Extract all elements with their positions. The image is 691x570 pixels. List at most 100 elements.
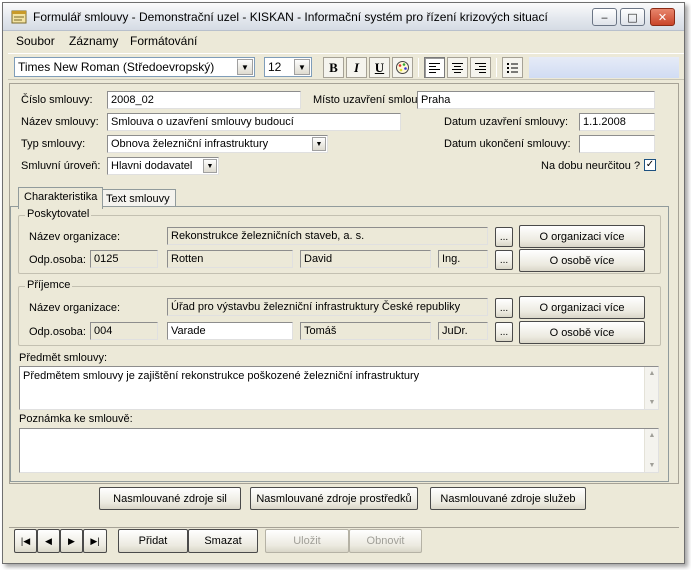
poskytovatel-osoba-browse-button[interactable]: ... bbox=[495, 250, 513, 270]
color-button[interactable] bbox=[392, 57, 413, 78]
poznamka-textarea[interactable]: ▲ ▼ bbox=[19, 428, 659, 473]
minimize-button[interactable]: ‒ bbox=[592, 8, 617, 26]
align-center-button[interactable] bbox=[447, 57, 468, 78]
pridat-button[interactable]: Přidat bbox=[118, 529, 188, 553]
align-right-icon bbox=[475, 62, 486, 73]
bold-icon: B bbox=[329, 59, 338, 75]
scroll-down-icon[interactable]: ▼ bbox=[647, 462, 657, 469]
prijemce-jmeno[interactable]: Tomáš bbox=[300, 322, 431, 340]
smazat-button[interactable]: Smazat bbox=[188, 529, 258, 553]
cislo-label: Číslo smlouvy: bbox=[21, 94, 93, 106]
prijemce-osoba-label: Odp.osoba: bbox=[29, 326, 86, 338]
chevron-down-icon[interactable]: ▼ bbox=[237, 59, 253, 75]
typ-label: Typ smlouvy: bbox=[21, 138, 86, 150]
font-size-value: 12 bbox=[268, 60, 282, 74]
typ-select[interactable]: Obnova železniční infrastruktury ▼ bbox=[107, 135, 328, 153]
prijemce-osoba-id[interactable]: 004 bbox=[90, 322, 158, 340]
prijemce-org-field[interactable]: Úřad pro výstavbu železniční infrastrukt… bbox=[167, 298, 488, 316]
close-button[interactable]: ✕ bbox=[650, 8, 675, 26]
poskytovatel-osoba-label: Odp.osoba: bbox=[29, 254, 86, 266]
nazev-label: Název smlouvy: bbox=[21, 116, 99, 128]
poznamka-scrollbar[interactable]: ▲ ▼ bbox=[644, 429, 658, 472]
poskytovatel-osoba-more-button[interactable]: O osobě více bbox=[519, 249, 645, 272]
poskytovatel-osoba-id[interactable]: 0125 bbox=[90, 250, 158, 268]
font-name-select[interactable]: Times New Roman (Středoevropský) ▼ bbox=[14, 57, 255, 77]
toolbar-empty-area bbox=[529, 57, 679, 78]
maximize-button[interactable]: □ bbox=[620, 8, 645, 26]
neurcito-checkbox[interactable]: ✓ bbox=[644, 159, 656, 171]
poskytovatel-titul[interactable]: Ing. bbox=[438, 250, 488, 268]
poskytovatel-prijmeni[interactable]: Rotten bbox=[167, 250, 293, 268]
prijemce-org-browse-button[interactable]: ... bbox=[495, 298, 513, 318]
prev-record-button[interactable]: ◀ bbox=[37, 529, 60, 553]
maximize-icon: □ bbox=[627, 10, 638, 24]
poskytovatel-org-field[interactable]: Rekonstrukce železničních staveb, a. s. bbox=[167, 227, 488, 245]
zdroje-prostredku-button[interactable]: Nasmlouvané zdroje prostředků bbox=[250, 487, 418, 510]
nazev-field[interactable]: Smlouva o uzavření smlouvy budoucí bbox=[107, 113, 401, 131]
datum-uzavreni-field[interactable]: 1.1.2008 bbox=[579, 113, 655, 131]
poskytovatel-org-browse-button[interactable]: ... bbox=[495, 227, 513, 247]
tab-page-charakteristika: Poskytovatel Název organizace: Rekonstru… bbox=[10, 206, 669, 482]
underline-button[interactable]: U bbox=[369, 57, 390, 78]
menu-bar: Soubor Záznamy Formátování bbox=[3, 31, 684, 51]
zdroje-sil-button[interactable]: Nasmlouvané zdroje sil bbox=[99, 487, 241, 510]
obnovit-button[interactable]: Obnovit bbox=[349, 529, 422, 553]
close-icon: ✕ bbox=[657, 10, 668, 24]
chevron-down-icon[interactable]: ▼ bbox=[294, 59, 310, 75]
menu-soubor[interactable]: Soubor bbox=[16, 34, 55, 48]
underline-icon: U bbox=[374, 59, 385, 75]
title-bar[interactable]: Formulář smlouvy - Demonstrační uzel - K… bbox=[3, 3, 684, 31]
italic-icon: I bbox=[353, 59, 360, 75]
first-record-button[interactable]: |◀ bbox=[14, 529, 37, 553]
menu-zaznamy[interactable]: Záznamy bbox=[69, 34, 118, 48]
cislo-field[interactable]: 2008_02 bbox=[107, 91, 301, 109]
predmet-value: Předmětem smlouvy je zajištění rekonstru… bbox=[23, 370, 420, 382]
misto-field[interactable]: Praha bbox=[417, 91, 655, 109]
chevron-down-icon[interactable]: ▼ bbox=[312, 137, 326, 151]
poskytovatel-org-more-button[interactable]: O organizaci více bbox=[519, 225, 645, 248]
navigation-bar: |◀ ◀ ▶ ▶| Přidat Smazat Uložit Obnovit bbox=[9, 527, 679, 557]
palette-icon bbox=[396, 61, 409, 74]
datum-uzavreni-label: Datum uzavření smlouvy: bbox=[444, 116, 569, 128]
align-right-button[interactable] bbox=[470, 57, 491, 78]
predmet-label: Předmět smlouvy: bbox=[19, 352, 108, 364]
uroven-value: Hlavni dodavatel bbox=[111, 160, 193, 172]
window-title: Formulář smlouvy - Demonstrační uzel - K… bbox=[33, 10, 548, 24]
zdroje-sluzeb-button[interactable]: Nasmlouvané zdroje služeb bbox=[430, 487, 586, 510]
align-left-button[interactable] bbox=[424, 57, 445, 78]
italic-button[interactable]: I bbox=[346, 57, 367, 78]
prijemce-titul[interactable]: JuDr. bbox=[438, 322, 488, 340]
poskytovatel-legend: Poskytovatel bbox=[25, 208, 92, 220]
last-record-button[interactable]: ▶| bbox=[83, 529, 107, 553]
prijemce-org-more-button[interactable]: O organizaci více bbox=[519, 296, 645, 319]
prijemce-osoba-more-button[interactable]: O osobě více bbox=[519, 321, 645, 344]
scroll-up-icon[interactable]: ▲ bbox=[647, 432, 657, 439]
align-center-icon bbox=[452, 62, 463, 73]
predmet-textarea[interactable]: Předmětem smlouvy je zajištění rekonstru… bbox=[19, 366, 659, 410]
bold-button[interactable]: B bbox=[323, 57, 344, 78]
toolbar-separator bbox=[418, 58, 419, 77]
prijemce-osoba-browse-button[interactable]: ... bbox=[495, 322, 513, 342]
prijemce-prijmeni[interactable]: Varade bbox=[167, 322, 293, 340]
datum-ukonceni-field[interactable] bbox=[579, 135, 655, 153]
menu-formatovani[interactable]: Formátování bbox=[130, 34, 197, 48]
neurcito-label: Na dobu neurčitou ? bbox=[541, 160, 641, 172]
scroll-up-icon[interactable]: ▲ bbox=[647, 370, 657, 377]
tab-charakteristika[interactable]: Charakteristika bbox=[18, 187, 104, 209]
bullet-list-button[interactable] bbox=[502, 57, 523, 78]
poznamka-label: Poznámka ke smlouvě: bbox=[19, 413, 133, 425]
ulozit-button[interactable]: Uložit bbox=[265, 529, 349, 553]
bullet-list-icon bbox=[507, 62, 518, 73]
scroll-down-icon[interactable]: ▼ bbox=[647, 399, 657, 406]
predmet-scrollbar[interactable]: ▲ ▼ bbox=[644, 367, 658, 409]
font-size-select[interactable]: 12 ▼ bbox=[264, 57, 312, 77]
format-toolbar: Times New Roman (Středoevropský) ▼ 12 ▼ … bbox=[8, 53, 684, 80]
font-name-value: Times New Roman (Středoevropský) bbox=[18, 60, 215, 74]
chevron-down-icon[interactable]: ▼ bbox=[203, 159, 217, 173]
next-record-button[interactable]: ▶ bbox=[60, 529, 83, 553]
prijemce-group: Příjemce Název organizace: Úřad pro výst… bbox=[18, 279, 661, 346]
poskytovatel-jmeno[interactable]: David bbox=[300, 250, 431, 268]
minimize-icon: ‒ bbox=[601, 10, 608, 24]
prijemce-org-label: Název organizace: bbox=[29, 302, 121, 314]
uroven-select[interactable]: Hlavni dodavatel ▼ bbox=[107, 157, 219, 175]
